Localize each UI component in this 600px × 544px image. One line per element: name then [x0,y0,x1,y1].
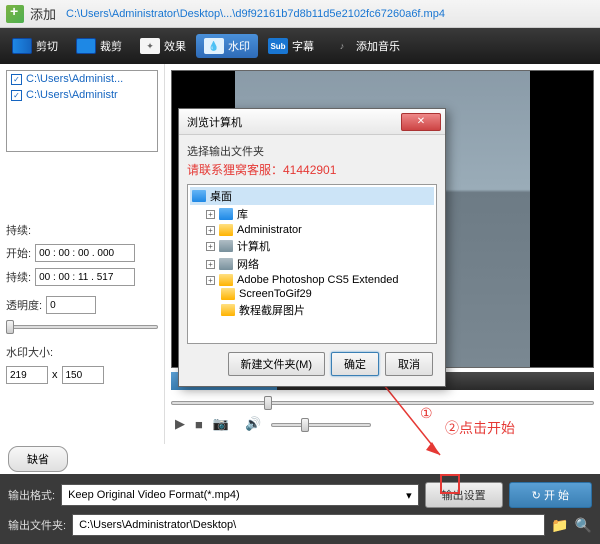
start-button[interactable]: ↻ 开 始 [509,482,592,508]
output-folder-input[interactable]: C:\Users\Administrator\Desktop\ [72,514,545,536]
browse-folder-icon[interactable]: 📁 [551,517,568,534]
file-item[interactable]: ✓C:\Users\Administ... [7,71,157,87]
tab-music[interactable]: ♪添加音乐 [324,34,408,58]
tree-node[interactable]: +库 [204,205,434,223]
contact-text: 请联系狸窝客服：41442901 [187,161,437,178]
checkbox-icon[interactable]: ✓ [11,90,22,101]
refresh-icon: ↻ [532,490,541,502]
wm-width-input[interactable] [6,366,48,384]
folder-tree[interactable]: 桌面 +库 +Administrator +计算机 +网络 +Adobe Pho… [187,184,437,344]
continue-input[interactable] [35,268,135,286]
tab-cut[interactable]: 剪切 [4,34,66,58]
crop-icon [76,38,96,54]
tab-effects-label: 效果 [164,38,186,54]
opacity-slider[interactable] [6,320,158,334]
tab-watermark-label: 水印 [228,38,250,54]
folder-icon [221,304,235,316]
play-button[interactable]: ▶ [175,416,185,432]
app-logo-icon [6,5,24,23]
seek-slider[interactable] [171,396,594,410]
output-settings-button[interactable]: 输出设置 [425,482,503,508]
dialog-prompt: 选择输出文件夹 [187,143,437,159]
tree-node[interactable]: 教程截屏图片 [204,301,434,319]
user-icon [219,224,233,236]
start-label: 开始: [6,245,31,261]
folder-icon [219,274,233,286]
tab-crop[interactable]: 裁剪 [68,34,130,58]
network-icon [219,258,233,270]
chevron-down-icon: ▾ [406,489,412,502]
music-icon: ♪ [332,38,352,54]
file-item[interactable]: ✓C:\Users\Administr [7,87,157,103]
window-title: 添加 [30,4,56,23]
checkbox-icon[interactable]: ✓ [11,74,22,85]
tree-node[interactable]: +Administrator [204,223,434,237]
volume-slider[interactable] [271,418,371,432]
tab-music-label: 添加音乐 [356,38,400,54]
wm-height-input[interactable] [62,366,104,384]
scissors-icon [12,38,32,54]
folder-icon [221,288,235,300]
annotation-step2: ②点击开始 [445,418,515,438]
dialog-title: 浏览计算机 [187,114,242,130]
tab-effects[interactable]: ✦效果 [132,34,194,58]
tab-watermark[interactable]: 💧水印 [196,34,258,58]
effects-icon: ✦ [140,38,160,54]
default-button[interactable]: 缺省 [8,446,68,472]
tree-node[interactable]: +网络 [204,255,434,273]
desktop-icon [192,190,206,202]
wmsize-label: 水印大小: [6,344,53,360]
opacity-label: 透明度: [6,297,42,313]
search-icon[interactable]: 🔍 [575,517,592,534]
stop-button[interactable]: ■ [195,417,203,432]
computer-icon [219,240,233,252]
tree-node[interactable]: +Adobe Photoshop CS5 Extended [204,273,434,287]
tab-subtitle[interactable]: Sub字幕 [260,34,322,58]
tree-node-desktop[interactable]: 桌面 [190,187,434,205]
main-toolbar: 剪切 裁剪 ✦效果 💧水印 Sub字幕 ♪添加音乐 [0,28,600,64]
start-input[interactable] [35,244,135,262]
expand-icon[interactable]: + [206,226,215,235]
tree-node[interactable]: +计算机 [204,237,434,255]
tab-crop-label: 裁剪 [100,38,122,54]
volume-icon[interactable]: 🔊 [245,416,261,432]
duration-label: 持续: [6,222,31,238]
file-path: C:\Users\Administrator\Desktop\...\d9f92… [66,8,445,20]
file-list[interactable]: ✓C:\Users\Administ... ✓C:\Users\Administ… [6,70,158,152]
continue-label: 持续: [6,269,31,285]
tab-cut-label: 剪切 [36,38,58,54]
left-panel: ✓C:\Users\Administ... ✓C:\Users\Administ… [0,64,165,444]
expand-icon[interactable]: + [206,276,215,285]
opacity-input[interactable] [46,296,96,314]
subtitle-icon: Sub [268,38,288,54]
new-folder-button[interactable]: 新建文件夹(M) [228,352,326,376]
expand-icon[interactable]: + [206,242,215,251]
dialog-close-button[interactable]: ✕ [401,113,441,131]
library-icon [219,208,233,220]
annotation-step1: ① [420,405,433,422]
tree-node[interactable]: ScreenToGif29 [204,287,434,301]
browse-dialog: 浏览计算机 ✕ 选择输出文件夹 请联系狸窝客服：41442901 桌面 +库 +… [178,108,446,387]
format-label: 输出格式: [8,487,55,503]
tab-subtitle-label: 字幕 [292,38,314,54]
expand-icon[interactable]: + [206,260,215,269]
expand-icon[interactable]: + [206,210,215,219]
ok-button[interactable]: 确定 [331,352,379,376]
droplet-icon: 💧 [204,38,224,54]
snapshot-button[interactable]: 📷 [213,416,229,432]
cancel-button[interactable]: 取消 [385,352,433,376]
output-folder-label: 输出文件夹: [8,517,66,533]
